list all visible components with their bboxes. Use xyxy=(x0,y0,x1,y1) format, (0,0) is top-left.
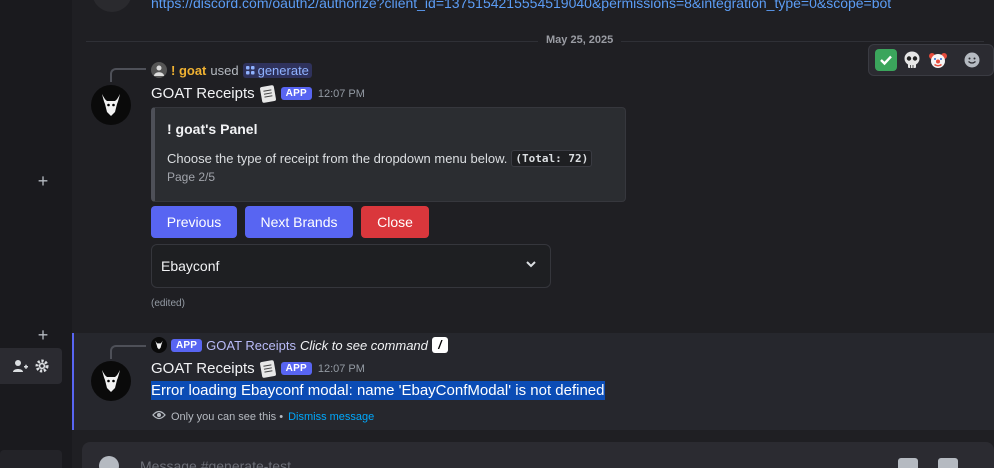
timestamp[interactable]: 12:07 PM xyxy=(318,88,365,100)
clown-reaction-icon[interactable] xyxy=(927,49,949,71)
receipt-icon xyxy=(259,84,276,103)
ephemeral-notice: Only you can see this • Dismiss message xyxy=(152,409,374,424)
message-header: GOAT Receipts APP 12:07 PM xyxy=(151,359,365,378)
only-you-text: Only you can see this • xyxy=(171,410,284,423)
goat-logo-icon xyxy=(102,370,120,392)
embed-description: Choose the type of receipt from the drop… xyxy=(167,150,593,167)
next-brands-button[interactable]: Next Brands xyxy=(245,206,353,238)
sidebar-bottom-panel xyxy=(0,450,62,468)
author-name[interactable]: GOAT Receipts xyxy=(151,360,255,377)
message-composer[interactable]: Message #generate-test xyxy=(82,442,994,468)
dismiss-message-link[interactable]: Dismiss message xyxy=(288,411,374,423)
server-sidebar: + + xyxy=(0,0,72,468)
gif-icon[interactable] xyxy=(938,458,958,468)
date-divider xyxy=(86,41,984,42)
previous-message: https://discord.com/oauth2/authorize?cli… xyxy=(72,0,994,14)
avatar xyxy=(151,337,167,353)
date-divider-label: May 25, 2025 xyxy=(538,34,622,46)
chat-area: https://discord.com/oauth2/authorize?cli… xyxy=(72,0,994,468)
reply-spine xyxy=(110,68,146,82)
avatar xyxy=(151,62,167,78)
reply-spine xyxy=(110,345,146,359)
message-header: GOAT Receipts APP 12:07 PM xyxy=(151,84,365,103)
app-badge: APP xyxy=(280,362,312,375)
slash-command-icon: / xyxy=(431,337,448,353)
attach-plus-icon[interactable] xyxy=(99,456,119,468)
brand-select[interactable]: Ebayconf xyxy=(151,244,551,288)
edited-label: (edited) xyxy=(151,298,185,309)
app-badge: APP xyxy=(280,87,312,100)
eye-icon xyxy=(152,409,166,424)
user-panel xyxy=(0,348,62,384)
app-badge: APP xyxy=(171,338,203,352)
goat-logo-icon xyxy=(102,94,120,116)
error-message: Error loading Ebayconf modal: name 'Ebay… xyxy=(151,381,605,400)
gift-icon[interactable] xyxy=(898,458,918,468)
add-friend-icon[interactable] xyxy=(12,358,28,374)
command-chip[interactable]: generate xyxy=(242,62,312,78)
add-reaction-icon[interactable] xyxy=(961,49,983,71)
embed-footer: Page 2/5 xyxy=(167,170,216,184)
add-icon[interactable]: + xyxy=(35,326,51,344)
message-hover-toolbar xyxy=(868,44,994,76)
add-icon[interactable]: + xyxy=(35,172,51,190)
avatar[interactable] xyxy=(91,85,131,125)
avatar[interactable] xyxy=(92,0,132,12)
chevron-down-icon xyxy=(524,257,538,276)
author-name[interactable]: GOAT Receipts xyxy=(151,85,255,102)
apps-icon xyxy=(245,65,255,74)
reply-author[interactable]: GOAT Receipts xyxy=(206,338,296,353)
gear-icon[interactable] xyxy=(34,358,50,374)
avatar[interactable] xyxy=(91,361,131,401)
timestamp[interactable]: 12:07 PM xyxy=(318,363,365,375)
previous-button[interactable]: Previous xyxy=(151,206,237,238)
composer-placeholder: Message #generate-test xyxy=(140,458,291,468)
command-reply-line[interactable]: APP GOAT Receipts Click to see command / xyxy=(151,337,448,353)
message-link[interactable]: https://discord.com/oauth2/authorize?cli… xyxy=(151,0,891,11)
total-code: (Total: 72) xyxy=(511,150,593,167)
embed-title: ! goat's Panel xyxy=(167,121,258,137)
embed-description-text: Choose the type of receipt from the drop… xyxy=(167,151,508,166)
reply-username[interactable]: ! goat xyxy=(171,63,206,78)
command-name: generate xyxy=(257,62,309,78)
reply-used-text: used xyxy=(210,62,239,78)
close-button[interactable]: Close xyxy=(361,206,429,238)
command-hint[interactable]: Click to see command xyxy=(300,338,428,353)
receipt-icon xyxy=(259,359,276,378)
skull-reaction-icon[interactable] xyxy=(901,49,923,71)
check-mark-reaction-icon[interactable] xyxy=(875,49,897,71)
select-value: Ebayconf xyxy=(161,258,220,274)
command-reply-line[interactable]: ! goat used generate xyxy=(151,62,312,78)
embed-panel: ! goat's Panel Choose the type of receip… xyxy=(151,107,626,202)
